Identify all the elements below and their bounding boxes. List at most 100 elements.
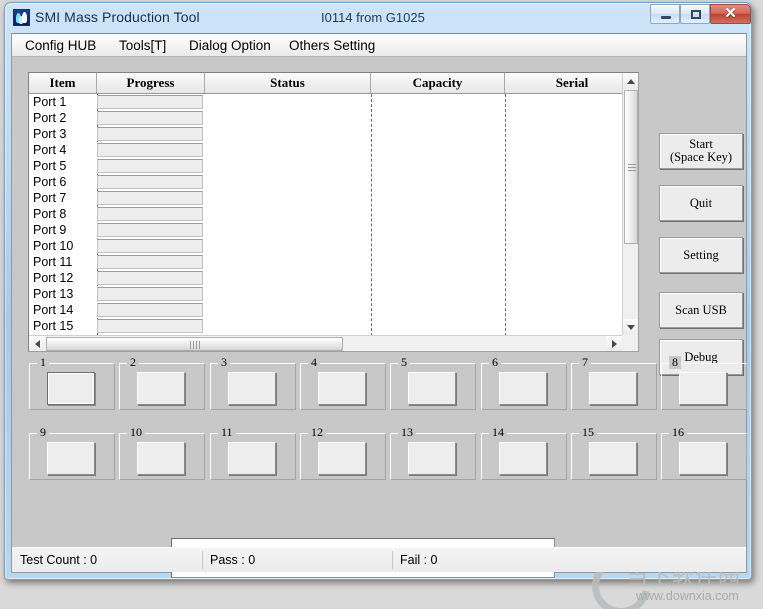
ports-list-view[interactable]: Item Progress Status Capacity Serial Port 1P… — [28, 72, 639, 352]
table-row[interactable]: Port 7 — [29, 190, 638, 206]
usb-slot-12[interactable]: 12 — [300, 426, 386, 480]
list-rows: Port 1 Port 2 Port 3 Port 4 Port 5 Port 6 Port… — [29, 94, 638, 351]
menu-item-tools-t[interactable]: Tools[T] — [114, 37, 171, 54]
table-row[interactable]: Port 10 — [29, 238, 638, 254]
usb-slot-7[interactable]: 7 — [571, 356, 657, 410]
usb-slot-5[interactable]: 5 — [390, 356, 476, 410]
scroll-up-button[interactable] — [623, 73, 638, 89]
row-item-label: Port 8 — [33, 207, 67, 221]
horizontal-scroll-thumb[interactable] — [46, 337, 343, 351]
minimize-button[interactable] — [650, 4, 680, 24]
table-row[interactable]: Port 5 — [29, 158, 638, 174]
slot-number-label: 8 — [669, 356, 681, 369]
slot-number-label: 5 — [398, 356, 410, 369]
slot-number-label: 7 — [579, 356, 591, 369]
table-row[interactable]: Port 14 — [29, 302, 638, 318]
row-progress-bar — [97, 239, 203, 253]
slot-indicator[interactable] — [318, 442, 366, 475]
slot-indicator[interactable] — [228, 372, 276, 405]
slot-number-label: 3 — [218, 356, 230, 369]
column-header-progress[interactable]: Progress — [97, 73, 205, 93]
table-row[interactable]: Port 15 — [29, 318, 638, 334]
usb-slot-16[interactable]: 16 — [661, 426, 747, 480]
slot-indicator[interactable] — [47, 442, 95, 475]
scrollbar-corner — [622, 335, 638, 351]
scroll-down-button[interactable] — [623, 319, 638, 335]
table-row[interactable]: Port 6 — [29, 174, 638, 190]
usb-slot-14[interactable]: 14 — [481, 426, 567, 480]
slot-number-label: 14 — [489, 426, 507, 439]
row-item-label: Port 9 — [33, 223, 67, 237]
scan-usb-button[interactable]: Scan USB — [659, 292, 743, 328]
slot-indicator[interactable] — [137, 442, 185, 475]
slot-number-label: 11 — [218, 426, 236, 439]
row-item-label: Port 10 — [33, 239, 74, 253]
status-cell-1: Pass : 0 — [210, 553, 256, 567]
menu-item-config-hub[interactable]: Config HUB — [20, 37, 101, 54]
menu-item-dialog-option[interactable]: Dialog Option — [184, 37, 276, 54]
close-button[interactable]: ✕ — [710, 4, 751, 24]
menu-item-others-setting[interactable]: Others Setting — [284, 37, 380, 54]
slot-indicator[interactable] — [47, 372, 95, 405]
vertical-scrollbar[interactable] — [622, 73, 638, 335]
usb-slot-6[interactable]: 6 — [481, 356, 567, 410]
table-row[interactable]: Port 11 — [29, 254, 638, 270]
usb-slot-15[interactable]: 15 — [571, 426, 657, 480]
usb-slot-10[interactable]: 10 — [119, 426, 205, 480]
column-header-status[interactable]: Status — [205, 73, 371, 93]
slot-indicator[interactable] — [228, 442, 276, 475]
status-separator — [392, 551, 393, 569]
quit-button[interactable]: Quit — [659, 185, 743, 221]
row-progress-bar — [97, 191, 203, 205]
vertical-scroll-thumb[interactable] — [624, 90, 638, 244]
slot-indicator[interactable] — [589, 442, 637, 475]
slot-indicator[interactable] — [137, 372, 185, 405]
table-row[interactable]: Port 2 — [29, 110, 638, 126]
slot-indicator[interactable] — [679, 442, 727, 475]
usb-slot-8[interactable]: 8 — [661, 356, 747, 410]
usb-slot-2[interactable]: 2 — [119, 356, 205, 410]
table-row[interactable]: Port 12 — [29, 270, 638, 286]
table-row[interactable]: Port 4 — [29, 142, 638, 158]
row-progress-bar — [97, 255, 203, 269]
slot-indicator[interactable] — [408, 372, 456, 405]
row-progress-bar — [97, 207, 203, 221]
list-header: Item Progress Status Capacity Serial — [29, 73, 638, 94]
table-row[interactable]: Port 13 — [29, 286, 638, 302]
usb-slot-4[interactable]: 4 — [300, 356, 386, 410]
slot-indicator[interactable] — [679, 372, 727, 405]
chevron-right-icon — [612, 340, 617, 348]
table-row[interactable]: Port 3 — [29, 126, 638, 142]
row-progress-bar — [97, 95, 203, 109]
slot-indicator[interactable] — [499, 372, 547, 405]
table-row[interactable]: Port 9 — [29, 222, 638, 238]
usb-slot-3[interactable]: 3 — [210, 356, 296, 410]
column-header-capacity[interactable]: Capacity — [371, 73, 505, 93]
setting-button[interactable]: Setting — [659, 237, 743, 273]
column-header-item[interactable]: Item — [29, 73, 97, 93]
slot-indicator[interactable] — [408, 442, 456, 475]
row-item-label: Port 12 — [33, 271, 74, 285]
table-row[interactable]: Port 1 — [29, 94, 638, 110]
row-item-label: Port 4 — [33, 143, 67, 157]
scroll-right-button[interactable] — [606, 336, 622, 351]
row-progress-bar — [97, 223, 203, 237]
table-row[interactable]: Port 8 — [29, 206, 638, 222]
usb-slot-1[interactable]: 1 — [29, 356, 115, 410]
usb-slot-13[interactable]: 13 — [390, 426, 476, 480]
maximize-icon — [691, 10, 701, 19]
slot-indicator[interactable] — [589, 372, 637, 405]
usb-slot-9[interactable]: 9 — [29, 426, 115, 480]
column-header-serial[interactable]: Serial — [505, 73, 638, 93]
slot-number-label: 2 — [127, 356, 139, 369]
scroll-left-button[interactable] — [29, 336, 45, 351]
slot-indicator[interactable] — [499, 442, 547, 475]
start-button[interactable]: Start (Space Key) — [659, 133, 743, 169]
slot-number-label: 9 — [37, 426, 49, 439]
row-progress-bar — [97, 287, 203, 301]
chevron-up-icon — [627, 79, 635, 84]
horizontal-scrollbar[interactable] — [29, 335, 622, 351]
slot-indicator[interactable] — [318, 372, 366, 405]
usb-slot-11[interactable]: 11 — [210, 426, 296, 480]
maximize-button[interactable] — [680, 4, 710, 24]
